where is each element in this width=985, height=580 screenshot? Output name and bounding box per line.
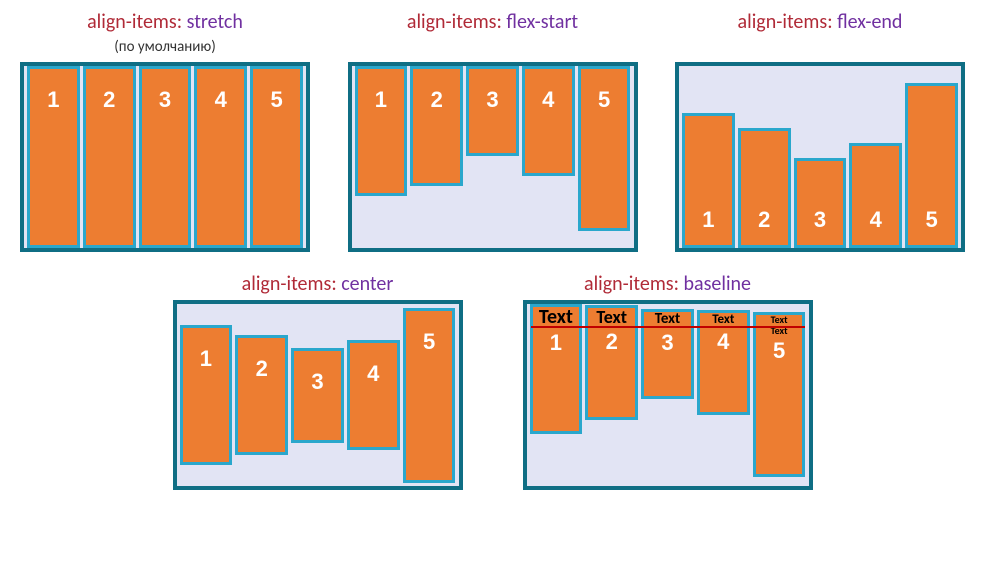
item-label: 4: [542, 87, 554, 113]
flex-item: 1: [180, 325, 233, 465]
row-bottom: align-items: center 1 2 3 4 5 align-item…: [20, 272, 965, 490]
flex-item: Text 1: [530, 304, 583, 434]
panel-flex-start: align-items: flex-start . 1 2 3 4 5: [348, 10, 638, 252]
flex-item: 4: [347, 340, 400, 450]
prop-label: align-items: [87, 10, 177, 34]
row-top: align-items: stretch (по умолчанию) 1 2 …: [20, 10, 965, 252]
heading-baseline: align-items: baseline: [584, 272, 751, 296]
flex-item: 4: [194, 66, 247, 248]
prop-label: align-items: [242, 272, 332, 296]
baseline-indicator: [531, 326, 805, 328]
heading-center: align-items: center: [242, 272, 394, 296]
value-baseline: baseline: [684, 272, 752, 296]
item-label: 1: [375, 87, 387, 113]
flex-item: 5: [403, 308, 456, 483]
baseline-text: Text: [596, 308, 627, 327]
item-label: 2: [103, 87, 115, 113]
flex-item: Text 3: [641, 309, 694, 399]
item-label: 3: [159, 87, 171, 113]
heading-stretch: align-items: stretch: [87, 10, 243, 34]
item-label: 2: [431, 87, 443, 113]
flex-item: 4: [522, 66, 575, 176]
flex-item: 5: [578, 66, 631, 231]
flex-item: 2: [83, 66, 136, 248]
panel-stretch: align-items: stretch (по умолчанию) 1 2 …: [20, 10, 310, 252]
container-flex-end: 1 2 3 4 5: [675, 62, 965, 252]
item-label: 4: [717, 329, 729, 355]
item-label: 3: [661, 330, 673, 356]
item-label: 1: [550, 330, 562, 356]
flex-item: 2: [235, 335, 288, 455]
container-baseline: Text 1 Text 2 Text 3 Text 4 Text Text 5: [523, 300, 813, 490]
item-label: 3: [486, 87, 498, 113]
value-flex-end: flex-end: [837, 10, 902, 34]
flex-item: 3: [794, 158, 847, 248]
item-label: 1: [47, 87, 59, 113]
item-label: 5: [423, 329, 435, 355]
item-label: 3: [311, 369, 323, 395]
item-label: 5: [925, 207, 937, 233]
item-label: 5: [270, 87, 282, 113]
flex-item: 1: [682, 113, 735, 248]
flex-item: 3: [466, 66, 519, 156]
panel-flex-end: align-items: flex-end . 1 2 3 4 5: [675, 10, 965, 252]
flex-item: 2: [410, 66, 463, 186]
item-label: 4: [367, 361, 379, 387]
subtitle: (по умолчанию): [114, 38, 216, 56]
heading-flex-end: align-items: flex-end: [738, 10, 903, 34]
value-stretch: stretch: [187, 10, 243, 34]
item-label: 2: [758, 207, 770, 233]
item-label: 3: [814, 207, 826, 233]
item-label: 5: [598, 87, 610, 113]
value-center: center: [341, 272, 393, 296]
flex-item: Text Text 5: [753, 312, 806, 477]
prop-label: align-items: [584, 272, 674, 296]
flex-item: 5: [250, 66, 303, 248]
item-label: 2: [256, 356, 268, 382]
flex-item: 4: [849, 143, 902, 248]
heading-flex-start: align-items: flex-start: [407, 10, 578, 34]
value-flex-start: flex-start: [506, 10, 578, 34]
prop-label: align-items: [407, 10, 497, 34]
item-label: 1: [200, 346, 212, 372]
baseline-text: Text: [539, 307, 573, 328]
flex-item: 1: [27, 66, 80, 248]
flex-item: 3: [139, 66, 192, 248]
flex-item: 2: [738, 128, 791, 248]
prop-label: align-items: [738, 10, 828, 34]
container-center: 1 2 3 4 5: [173, 300, 463, 490]
flex-item: 5: [905, 83, 958, 248]
item-label: 5: [773, 338, 785, 364]
baseline-text: Text: [712, 313, 734, 327]
panel-center: align-items: center 1 2 3 4 5: [173, 272, 463, 490]
panel-baseline: align-items: baseline Text 1 Text 2 Text…: [523, 272, 813, 490]
flex-item: 3: [291, 348, 344, 443]
item-label: 2: [606, 329, 618, 355]
container-stretch: 1 2 3 4 5: [20, 62, 310, 252]
item-label: 4: [215, 87, 227, 113]
container-flex-start: 1 2 3 4 5: [348, 62, 638, 252]
item-label: 4: [870, 207, 882, 233]
flex-item: Text 2: [585, 305, 638, 420]
flex-item: 1: [355, 66, 408, 196]
item-label: 1: [702, 207, 714, 233]
